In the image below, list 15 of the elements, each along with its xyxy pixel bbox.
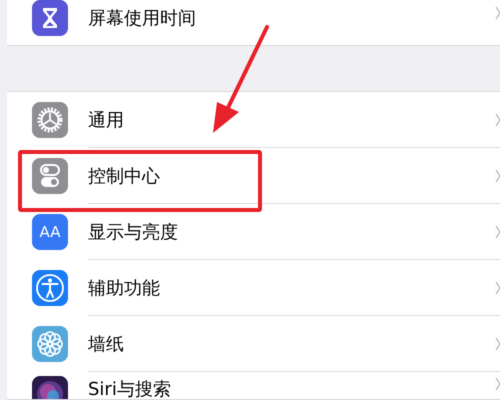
settings-item[interactable]: 控制中心 (88, 164, 160, 188)
chevron-icon (495, 168, 500, 182)
text-size-icon: AA (32, 214, 68, 250)
chevron-icon (495, 6, 500, 20)
settings-item[interactable]: 显示与亮度 (88, 220, 178, 244)
settings-item[interactable]: 屏幕使用时间 (88, 6, 196, 30)
settings-item[interactable]: 辅助功能 (88, 276, 160, 300)
chevron-icon (495, 112, 500, 126)
settings-item[interactable]: 墙纸 (88, 332, 124, 356)
chevron-icon (495, 336, 500, 350)
settings-item[interactable]: Siri与搜索 (88, 377, 171, 399)
chevron-icon (495, 280, 500, 294)
settings-item[interactable]: 通用 (88, 108, 124, 132)
chevron-icon (495, 224, 500, 238)
chevron-icon (495, 377, 500, 391)
